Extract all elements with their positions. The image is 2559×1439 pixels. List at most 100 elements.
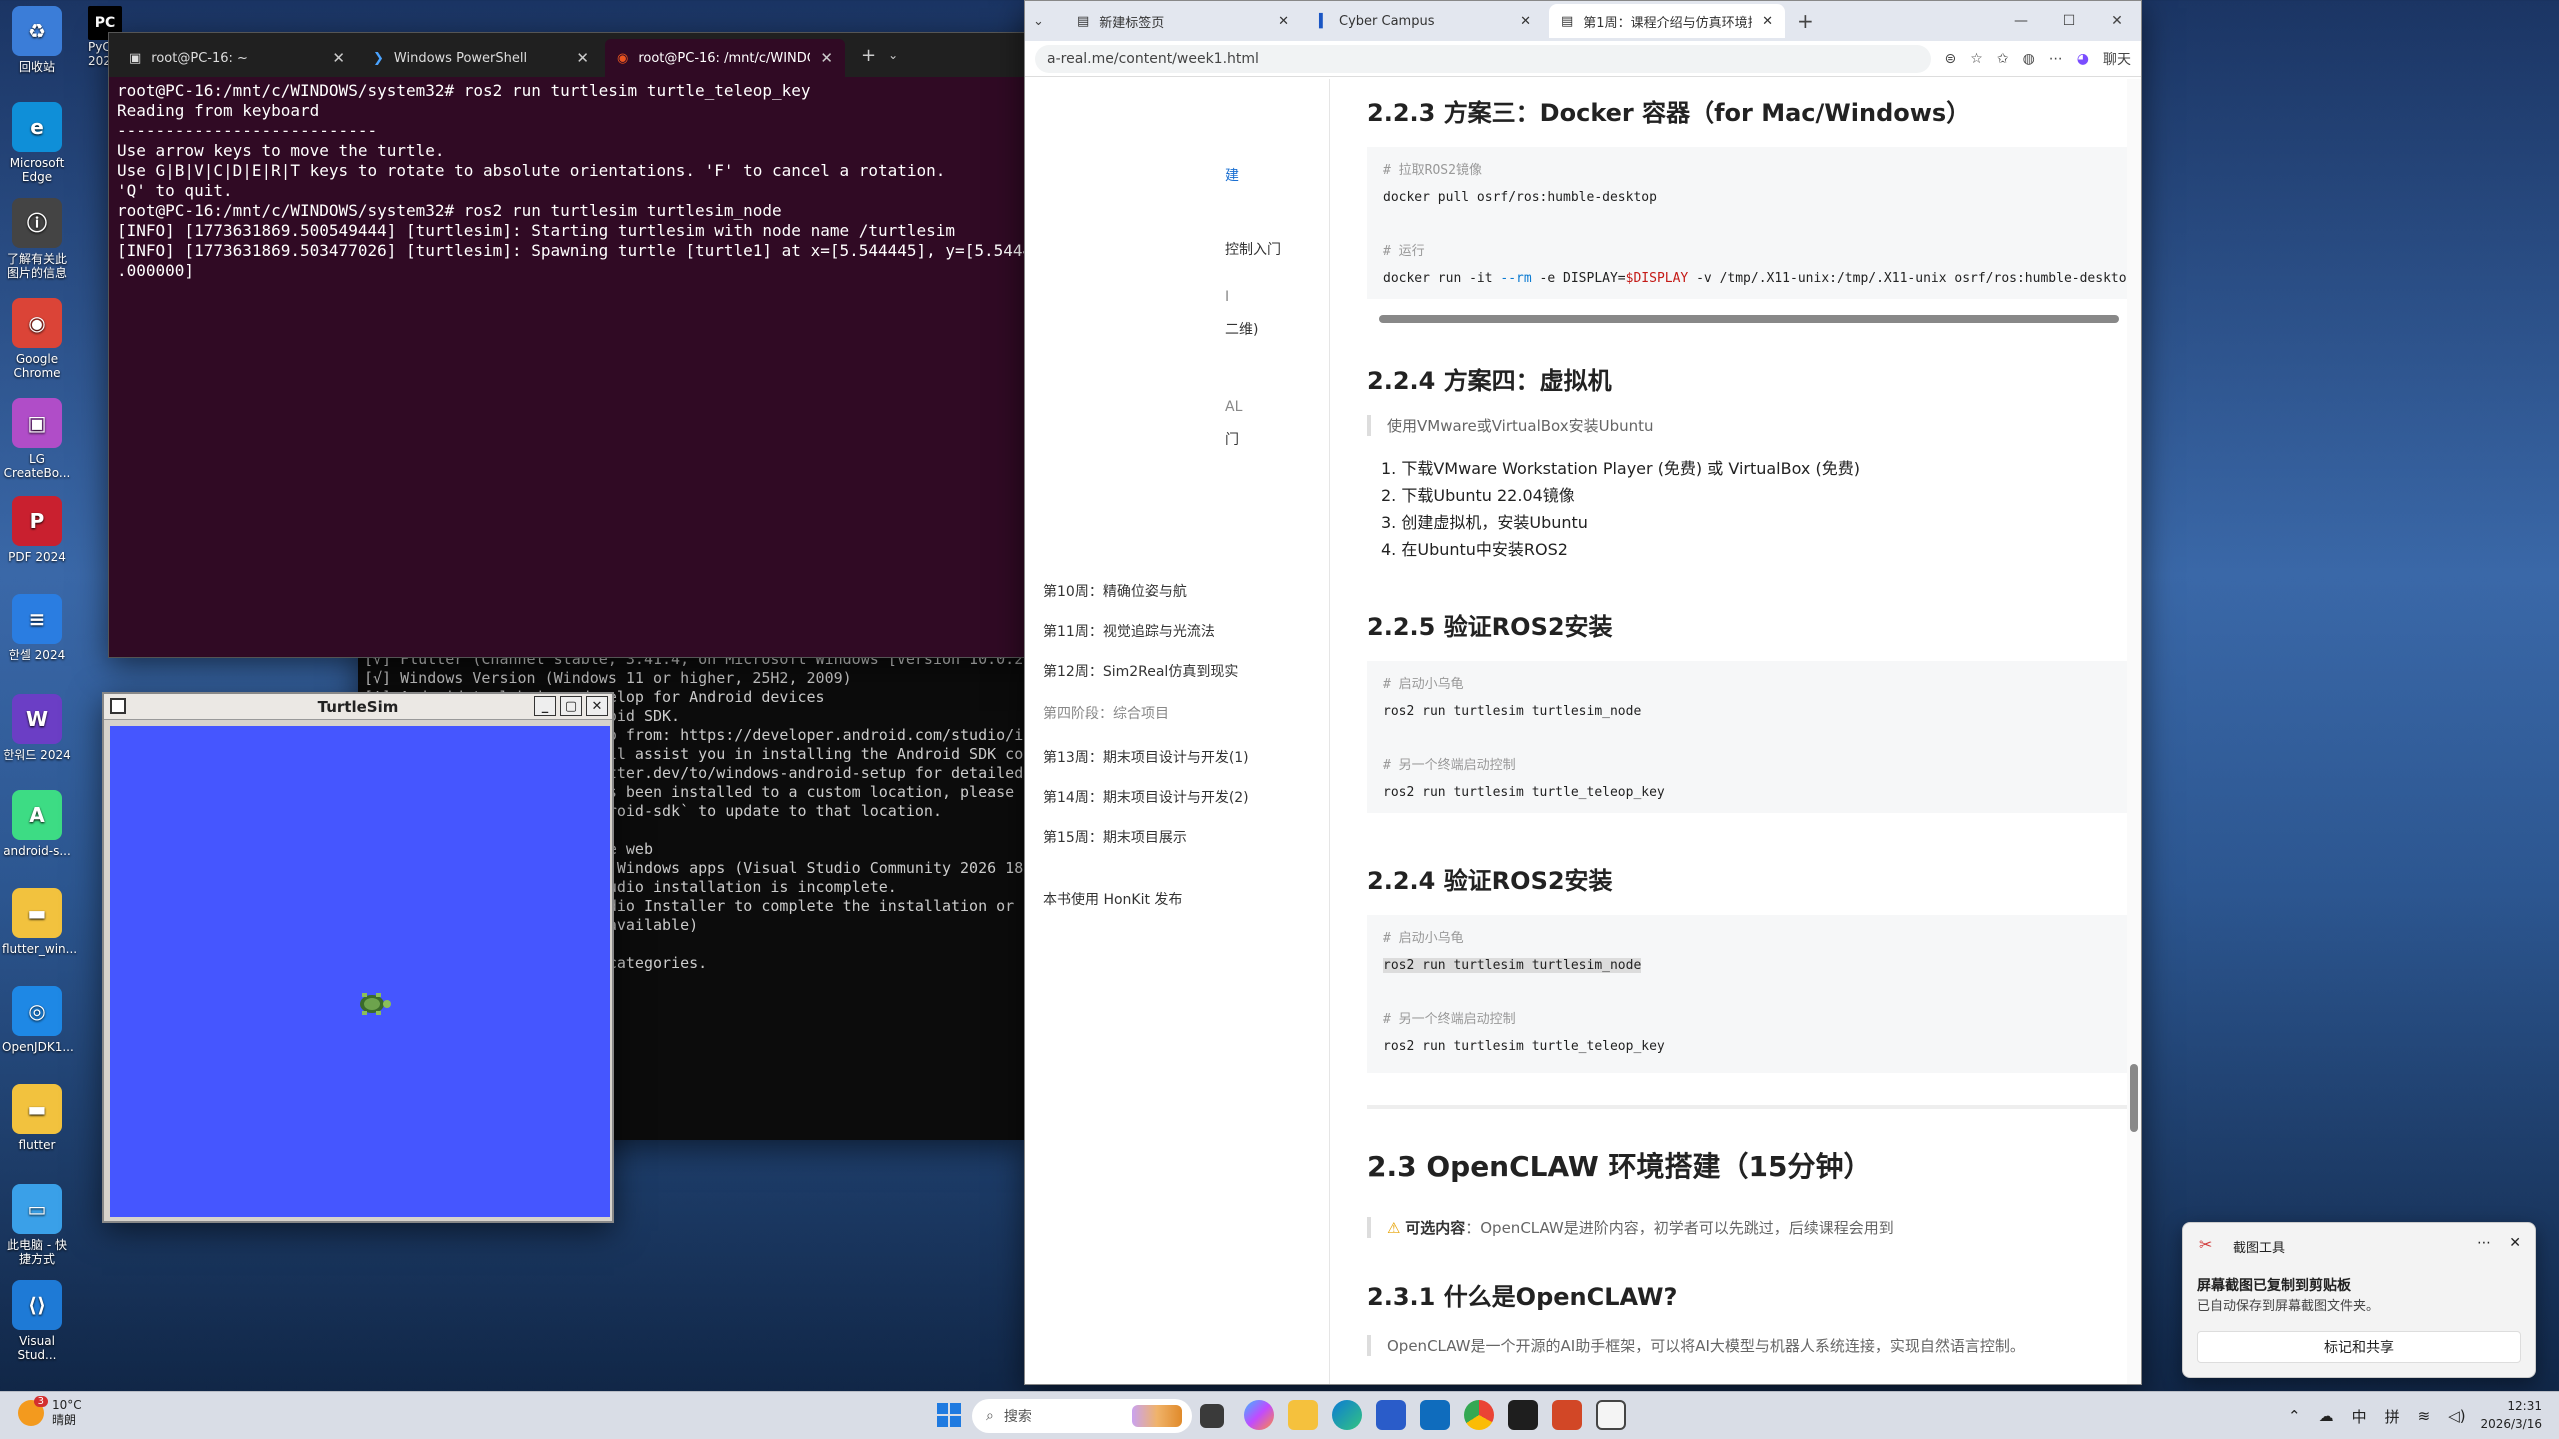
weather-desc: 晴朗: [52, 1413, 77, 1427]
window-menu-icon[interactable]: [110, 698, 126, 714]
favorite-star-icon[interactable]: ☆: [1970, 51, 1983, 67]
close-tab-icon[interactable]: ✕: [576, 49, 589, 67]
desktop-shortcut[interactable]: W 한워드 2024: [2, 694, 72, 762]
chevron-down-icon[interactable]: ⌄: [888, 48, 898, 62]
copilot-icon[interactable]: [1244, 1400, 1274, 1430]
start-icon[interactable]: [934, 1400, 964, 1430]
tab-actions-icon[interactable]: ⌄: [1033, 14, 1059, 29]
desktop-shortcut[interactable]: P PDF 2024: [2, 496, 72, 564]
linux-penguin-icon[interactable]: [1596, 1400, 1626, 1430]
vm-steps-list: 1. 下载VMware Workstation Player (免费) 或 Vi…: [1381, 455, 1860, 563]
desktop-shortcut[interactable]: ♻ 回收站: [2, 6, 72, 74]
minimize-icon[interactable]: —: [1997, 1, 2045, 41]
close-icon[interactable]: ✕: [2509, 1235, 2521, 1251]
profile-icon[interactable]: ◍: [2023, 51, 2035, 67]
file-explorer-icon[interactable]: [1288, 1400, 1318, 1430]
reader-icon[interactable]: ⊜: [1945, 51, 1957, 67]
sidebar-item[interactable]: 第13周：期末项目设计与开发(1): [1043, 747, 1249, 767]
minimize-icon[interactable]: _: [534, 696, 556, 716]
desktop-shortcut[interactable]: Aandroid-s...: [2, 790, 72, 858]
sidebar-item[interactable]: 门: [1225, 429, 1239, 449]
close-icon[interactable]: ✕: [2093, 1, 2141, 41]
desktop-shortcut[interactable]: ◎ OpenJDK1...: [2, 986, 74, 1054]
code-block-verify[interactable]: # 启动小乌龟 ros2 run turtlesim turtlesim_nod…: [1367, 661, 2127, 813]
edge-icon[interactable]: [1332, 1400, 1362, 1430]
maximize-icon[interactable]: ▢: [560, 696, 582, 716]
volume-icon[interactable]: ◁): [2448, 1407, 2465, 1425]
copilot-icon[interactable]: ◕: [2077, 51, 2089, 67]
code-block-verify-2[interactable]: # 启动小乌龟 ros2 run turtlesim turtlesim_nod…: [1367, 915, 2127, 1073]
powerpoint-icon[interactable]: [1552, 1400, 1582, 1430]
code-block-docker[interactable]: # 拉取ROS2镜像 docker pull osrf/ros:humble-d…: [1367, 147, 2127, 299]
desktop-shortcut[interactable]: e Microsoft Edge: [2, 102, 72, 184]
sidebar-item[interactable]: 第15周：期末项目展示: [1043, 827, 1187, 847]
close-icon[interactable]: ✕: [586, 696, 608, 716]
browser-window[interactable]: ⌄ ▤ 新建标签页 ✕ ▍ Cyber Campus ✕ ▤ 第1周：课程介绍与…: [1024, 0, 2142, 1385]
sidebar-item[interactable]: 控制入门: [1225, 239, 1281, 259]
desktop-shortcut[interactable]: ▬ flutter: [2, 1084, 72, 1152]
code-hscrollbar[interactable]: [1379, 315, 2119, 323]
chevron-up-icon[interactable]: ⌃: [2288, 1407, 2301, 1425]
close-tab-icon[interactable]: ✕: [1762, 14, 1773, 29]
close-tab-icon[interactable]: ✕: [1520, 14, 1531, 29]
browser-tab-week1[interactable]: ▤ 第1周：课程介绍与仿真环境搭建 ✕: [1549, 4, 1785, 38]
onedrive-icon[interactable]: ☁: [2319, 1407, 2334, 1425]
desktop-app-icon: ▬: [12, 1084, 62, 1134]
browser-tab-cybercampus[interactable]: ▍ Cyber Campus ✕: [1307, 4, 1543, 38]
terminal-icon[interactable]: [1508, 1400, 1538, 1430]
clock[interactable]: 12:31 2026/3/16: [2480, 1397, 2542, 1433]
page-scrollbar[interactable]: [2127, 79, 2141, 1384]
maximize-icon[interactable]: ☐: [2045, 1, 2093, 41]
desktop-shortcut[interactable]: ⟨⟩ Visual Stud...: [2, 1280, 72, 1362]
task-view-icon[interactable]: [1200, 1404, 1224, 1428]
sidebar-item[interactable]: 二维): [1225, 319, 1258, 339]
browser-tab-newtab[interactable]: ▤ 新建标签页 ✕: [1065, 4, 1301, 38]
sidebar-item[interactable]: 建: [1225, 165, 1239, 185]
desktop-shortcut[interactable]: ▬ flutter_win...: [2, 888, 77, 956]
outlook-icon[interactable]: [1420, 1400, 1450, 1430]
new-tab-icon[interactable]: +: [1797, 9, 1814, 33]
markup-share-button[interactable]: 标记和共享: [2197, 1331, 2521, 1363]
desktop-shortcut[interactable]: ≡ 한셀 2024: [2, 594, 72, 662]
sidebar-item[interactable]: 第14周：期末项目设计与开发(2): [1043, 787, 1249, 807]
ime-mode[interactable]: 中: [2352, 1406, 2367, 1427]
terminal-tab-home[interactable]: ▣ root@PC-16: ~ ✕: [117, 39, 357, 77]
wifi-icon[interactable]: ≋: [2418, 1407, 2431, 1425]
weather-widget[interactable]: 3 10°C 晴朗: [18, 1396, 82, 1428]
turtlesim-window[interactable]: TurtleSim _ ▢ ✕: [102, 692, 614, 1223]
desktop-shortcut[interactable]: ⓘ 了解有关此图片的信息: [2, 198, 72, 280]
sidebar-item[interactable]: 第12周：Sim2Real仿真到现实: [1043, 661, 1238, 681]
ime-pinyin[interactable]: 拼: [2385, 1406, 2400, 1427]
desktop-shortcut-label: 此电脑 - 快捷方式: [7, 1238, 67, 1266]
chat-label[interactable]: 聊天: [2103, 49, 2131, 69]
snipping-tool-notification[interactable]: ✂ 截图工具 ⋯ ✕ 屏幕截图已复制到剪贴板 已自动保存到屏幕截图文件夹。 标记…: [2182, 1222, 2536, 1378]
taskbar-search[interactable]: ⌕ 搜索: [972, 1399, 1192, 1433]
address-bar[interactable]: a-real.me/content/week1.html: [1035, 44, 1931, 73]
desktop-shortcut[interactable]: ▭ 此电脑 - 快捷方式: [2, 1184, 72, 1266]
chrome-icon[interactable]: [1464, 1400, 1494, 1430]
sidebar-item[interactable]: 本书使用 HonKit 发布: [1043, 889, 1182, 909]
favorites-icon[interactable]: ✩: [1997, 51, 2009, 67]
desktop-shortcut[interactable]: ▣ LG CreateBo...: [2, 398, 72, 480]
new-tab-icon[interactable]: +: [849, 45, 888, 66]
desktop-shortcut[interactable]: ◉ Google Chrome: [2, 298, 72, 380]
desktop-shortcut-label: 한워드 2024: [3, 748, 71, 762]
optional-label: 可选内容: [1405, 1219, 1466, 1237]
close-tab-icon[interactable]: ✕: [1278, 14, 1289, 29]
terminal-tab-ubuntu[interactable]: ◉ root@PC-16: /mnt/c/WINDOW ✕: [605, 39, 845, 77]
close-tab-icon[interactable]: ✕: [332, 49, 345, 67]
scrollbar-thumb[interactable]: [2130, 1064, 2138, 1132]
search-placeholder: 搜索: [1003, 1409, 1032, 1425]
sidebar-item[interactable]: 第10周：精确位姿与航: [1043, 581, 1187, 601]
more-icon[interactable]: ⋯: [2049, 51, 2063, 67]
more-icon[interactable]: ⋯: [2477, 1235, 2491, 1251]
powershell-icon: ❯: [373, 50, 384, 66]
desktop-app-icon: ◎: [12, 986, 62, 1036]
desktop-app-icon: W: [12, 694, 62, 744]
sidebar-item[interactable]: 第11周：视觉追踪与光流法: [1043, 621, 1215, 641]
close-tab-icon[interactable]: ✕: [820, 49, 833, 67]
ubuntu-icon: ◉: [617, 50, 629, 66]
turtlesim-titlebar[interactable]: TurtleSim _ ▢ ✕: [104, 694, 612, 720]
terminal-tab-powershell[interactable]: ❯ Windows PowerShell ✕: [361, 39, 601, 77]
store-icon[interactable]: [1376, 1400, 1406, 1430]
